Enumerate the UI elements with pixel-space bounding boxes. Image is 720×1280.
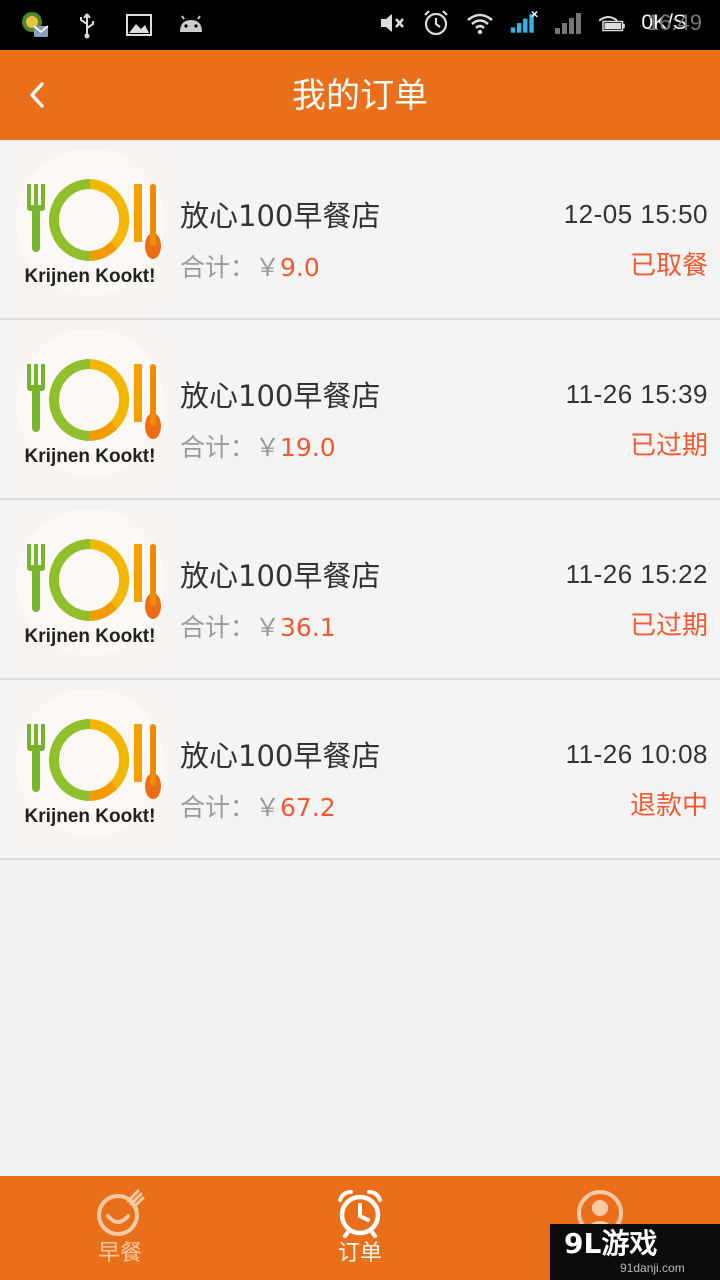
- order-amount: 9.0: [280, 253, 320, 282]
- order-total: 合计：￥67.2: [180, 788, 336, 828]
- tab-breakfast[interactable]: 早餐: [0, 1176, 240, 1280]
- order-list: Krijnen Kookt! 放心100早餐店 合计：￥9.0 12-05 15…: [0, 140, 720, 860]
- logo-text: Krijnen Kookt!: [25, 806, 156, 827]
- order-status: 已过期: [629, 611, 708, 641]
- image-icon: [124, 10, 154, 40]
- order-amount: 36.1: [280, 613, 336, 642]
- battery-icon: [597, 8, 627, 38]
- status-clock: 16:49: [646, 10, 702, 35]
- breakfast-icon: [97, 1189, 145, 1236]
- mute-icon: [377, 8, 407, 38]
- order-total: 合计：￥36.1: [180, 608, 336, 648]
- shop-name: 放心100早餐店: [180, 199, 381, 233]
- shop-logo: Krijnen Kookt!: [10, 510, 170, 670]
- order-total: 合计：￥9.0: [180, 248, 320, 288]
- order-item[interactable]: Krijnen Kookt! 放心100早餐店 合计：￥36.1 11-26 1…: [0, 500, 720, 680]
- tab-orders[interactable]: 订单: [240, 1176, 480, 1280]
- order-time: 12-05 15:50: [563, 199, 708, 229]
- order-item[interactable]: Krijnen Kookt! 放心100早餐店 合计：￥19.0 11-26 1…: [0, 320, 720, 500]
- shop-logo: Krijnen Kookt!: [10, 690, 170, 850]
- wifi-icon: [465, 8, 495, 38]
- title-bar: 我的订单: [0, 50, 720, 140]
- android-icon: [176, 10, 206, 40]
- shop-name: 放心100早餐店: [180, 379, 381, 413]
- total-label: 合计：￥: [180, 793, 281, 822]
- shop-logo: Krijnen Kookt!: [10, 150, 170, 310]
- app-notification-icon: [20, 10, 50, 40]
- order-time: 11-26 10:08: [565, 739, 708, 769]
- total-label: 合计：￥: [180, 253, 281, 282]
- site-watermark: 9L游戏 91danji.com: [550, 1224, 720, 1280]
- status-bar: 0K/S 16:49: [0, 0, 720, 50]
- order-status: 退款中: [629, 791, 708, 821]
- logo-text: Krijnen Kookt!: [25, 446, 156, 467]
- shop-name: 放心100早餐店: [180, 739, 381, 773]
- order-amount: 67.2: [280, 793, 336, 822]
- shop-logo: Krijnen Kookt!: [10, 330, 170, 490]
- total-label: 合计：￥: [180, 433, 281, 462]
- logo-text: Krijnen Kookt!: [25, 266, 156, 287]
- order-time: 11-26 15:22: [565, 559, 708, 589]
- order-item[interactable]: Krijnen Kookt! 放心100早餐店 合计：￥9.0 12-05 15…: [0, 140, 720, 320]
- signal-icon: [509, 8, 539, 38]
- alarm-clock-icon: [338, 1190, 382, 1238]
- tab-label: 订单: [337, 1241, 382, 1266]
- watermark-url: 91danji.com: [620, 1261, 685, 1275]
- logo-text: Krijnen Kookt!: [25, 626, 156, 647]
- order-status: 已取餐: [629, 251, 708, 281]
- watermark-text: 9L游戏: [564, 1227, 658, 1260]
- total-label: 合计：￥: [180, 613, 281, 642]
- order-status: 已过期: [629, 431, 708, 461]
- order-item[interactable]: Krijnen Kookt! 放心100早餐店 合计：￥67.2 11-26 1…: [0, 680, 720, 860]
- signal-2-icon: [553, 8, 583, 38]
- alarm-icon: [421, 8, 451, 38]
- shop-name: 放心100早餐店: [180, 559, 381, 593]
- order-total: 合计：￥19.0: [180, 428, 336, 468]
- order-amount: 19.0: [280, 433, 336, 462]
- usb-icon: [72, 10, 102, 40]
- tab-label: 早餐: [97, 1241, 142, 1266]
- page-title: 我的订单: [292, 76, 428, 116]
- order-time: 11-26 15:39: [565, 379, 708, 409]
